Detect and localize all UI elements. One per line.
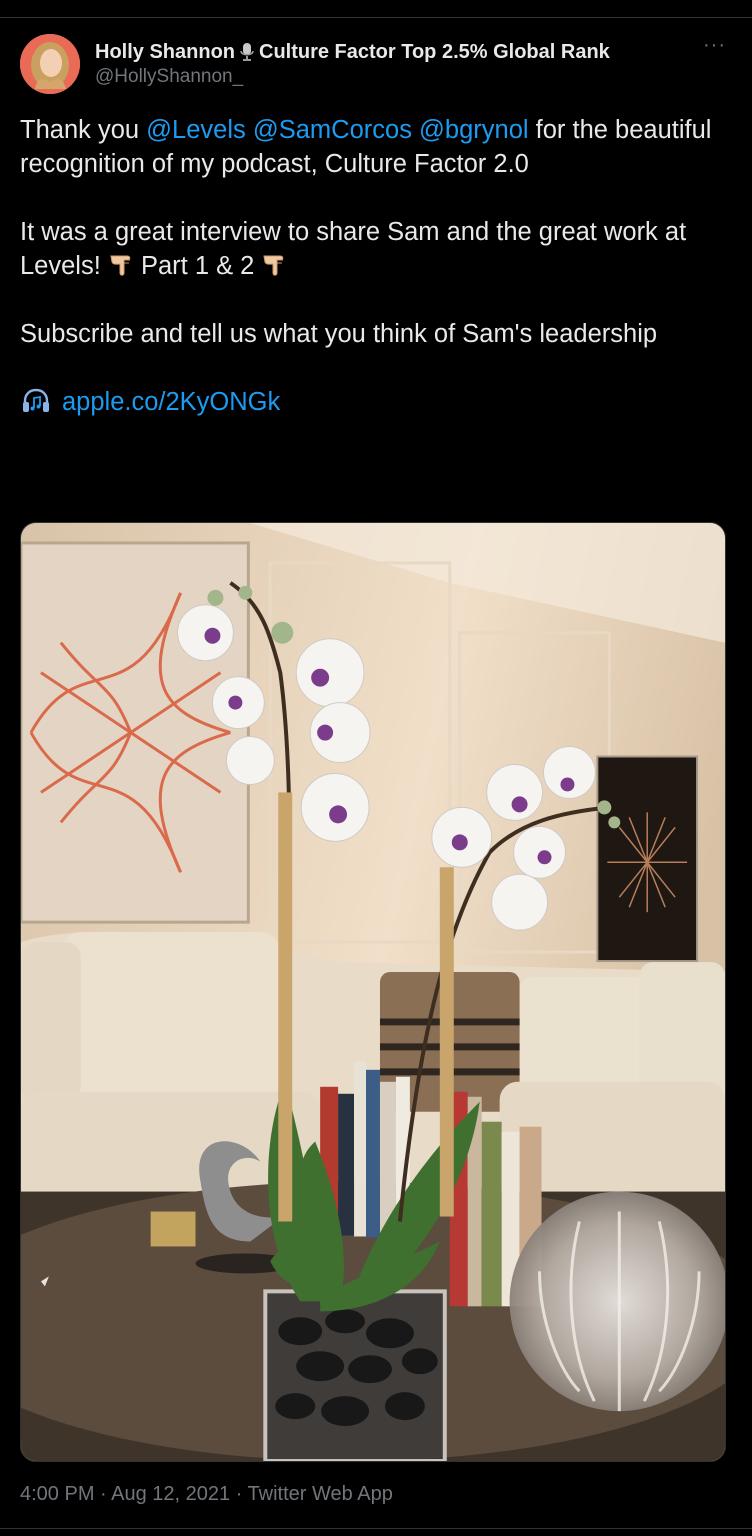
- author-name[interactable]: Holly Shannon: [95, 41, 235, 64]
- tweet-photo[interactable]: [20, 522, 726, 1462]
- tweet-text-segment: Part 1 & 2: [133, 252, 262, 280]
- pointing-down-icon: [108, 252, 134, 278]
- bottom-divider: [0, 1528, 752, 1529]
- mention-samcorcos[interactable]: @SamCorcos: [253, 116, 412, 144]
- author-name-suffix[interactable]: Culture Factor Top 2.5% Global Rank: [259, 41, 610, 64]
- tweet-text-segment: Thank you: [20, 116, 147, 144]
- author-handle[interactable]: @HollyShannon_: [95, 66, 243, 88]
- avatar[interactable]: [20, 34, 80, 94]
- tweet-paragraph-2: It was a great interview to share Sam an…: [20, 215, 720, 283]
- pointing-down-icon: [261, 252, 287, 278]
- more-icon[interactable]: ···: [703, 34, 726, 57]
- mention-levels[interactable]: @Levels: [146, 116, 246, 144]
- tweet-paragraph-3: Subscribe and tell us what you think of …: [20, 320, 658, 348]
- headphones-icon: [20, 386, 52, 416]
- mention-bgrynol[interactable]: @bgrynol: [419, 116, 529, 144]
- tweet-text: Thank you @Levels @SamCorcos @bgrynol fo…: [20, 113, 720, 453]
- microphone-icon: [239, 42, 255, 62]
- tweet-paragraph-1: Thank you @Levels @SamCorcos @bgrynol fo…: [20, 113, 720, 181]
- tweet-link-row: apple.co/2KyONGk: [20, 385, 720, 419]
- apple-podcast-link[interactable]: apple.co/2KyONGk: [62, 388, 280, 416]
- author-name-row[interactable]: Holly Shannon Culture Factor Top 2.5% Gl…: [95, 38, 610, 66]
- top-divider: [0, 0, 752, 18]
- tweet-timestamp[interactable]: 4:00 PM · Aug 12, 2021 · Twitter Web App: [20, 1483, 393, 1506]
